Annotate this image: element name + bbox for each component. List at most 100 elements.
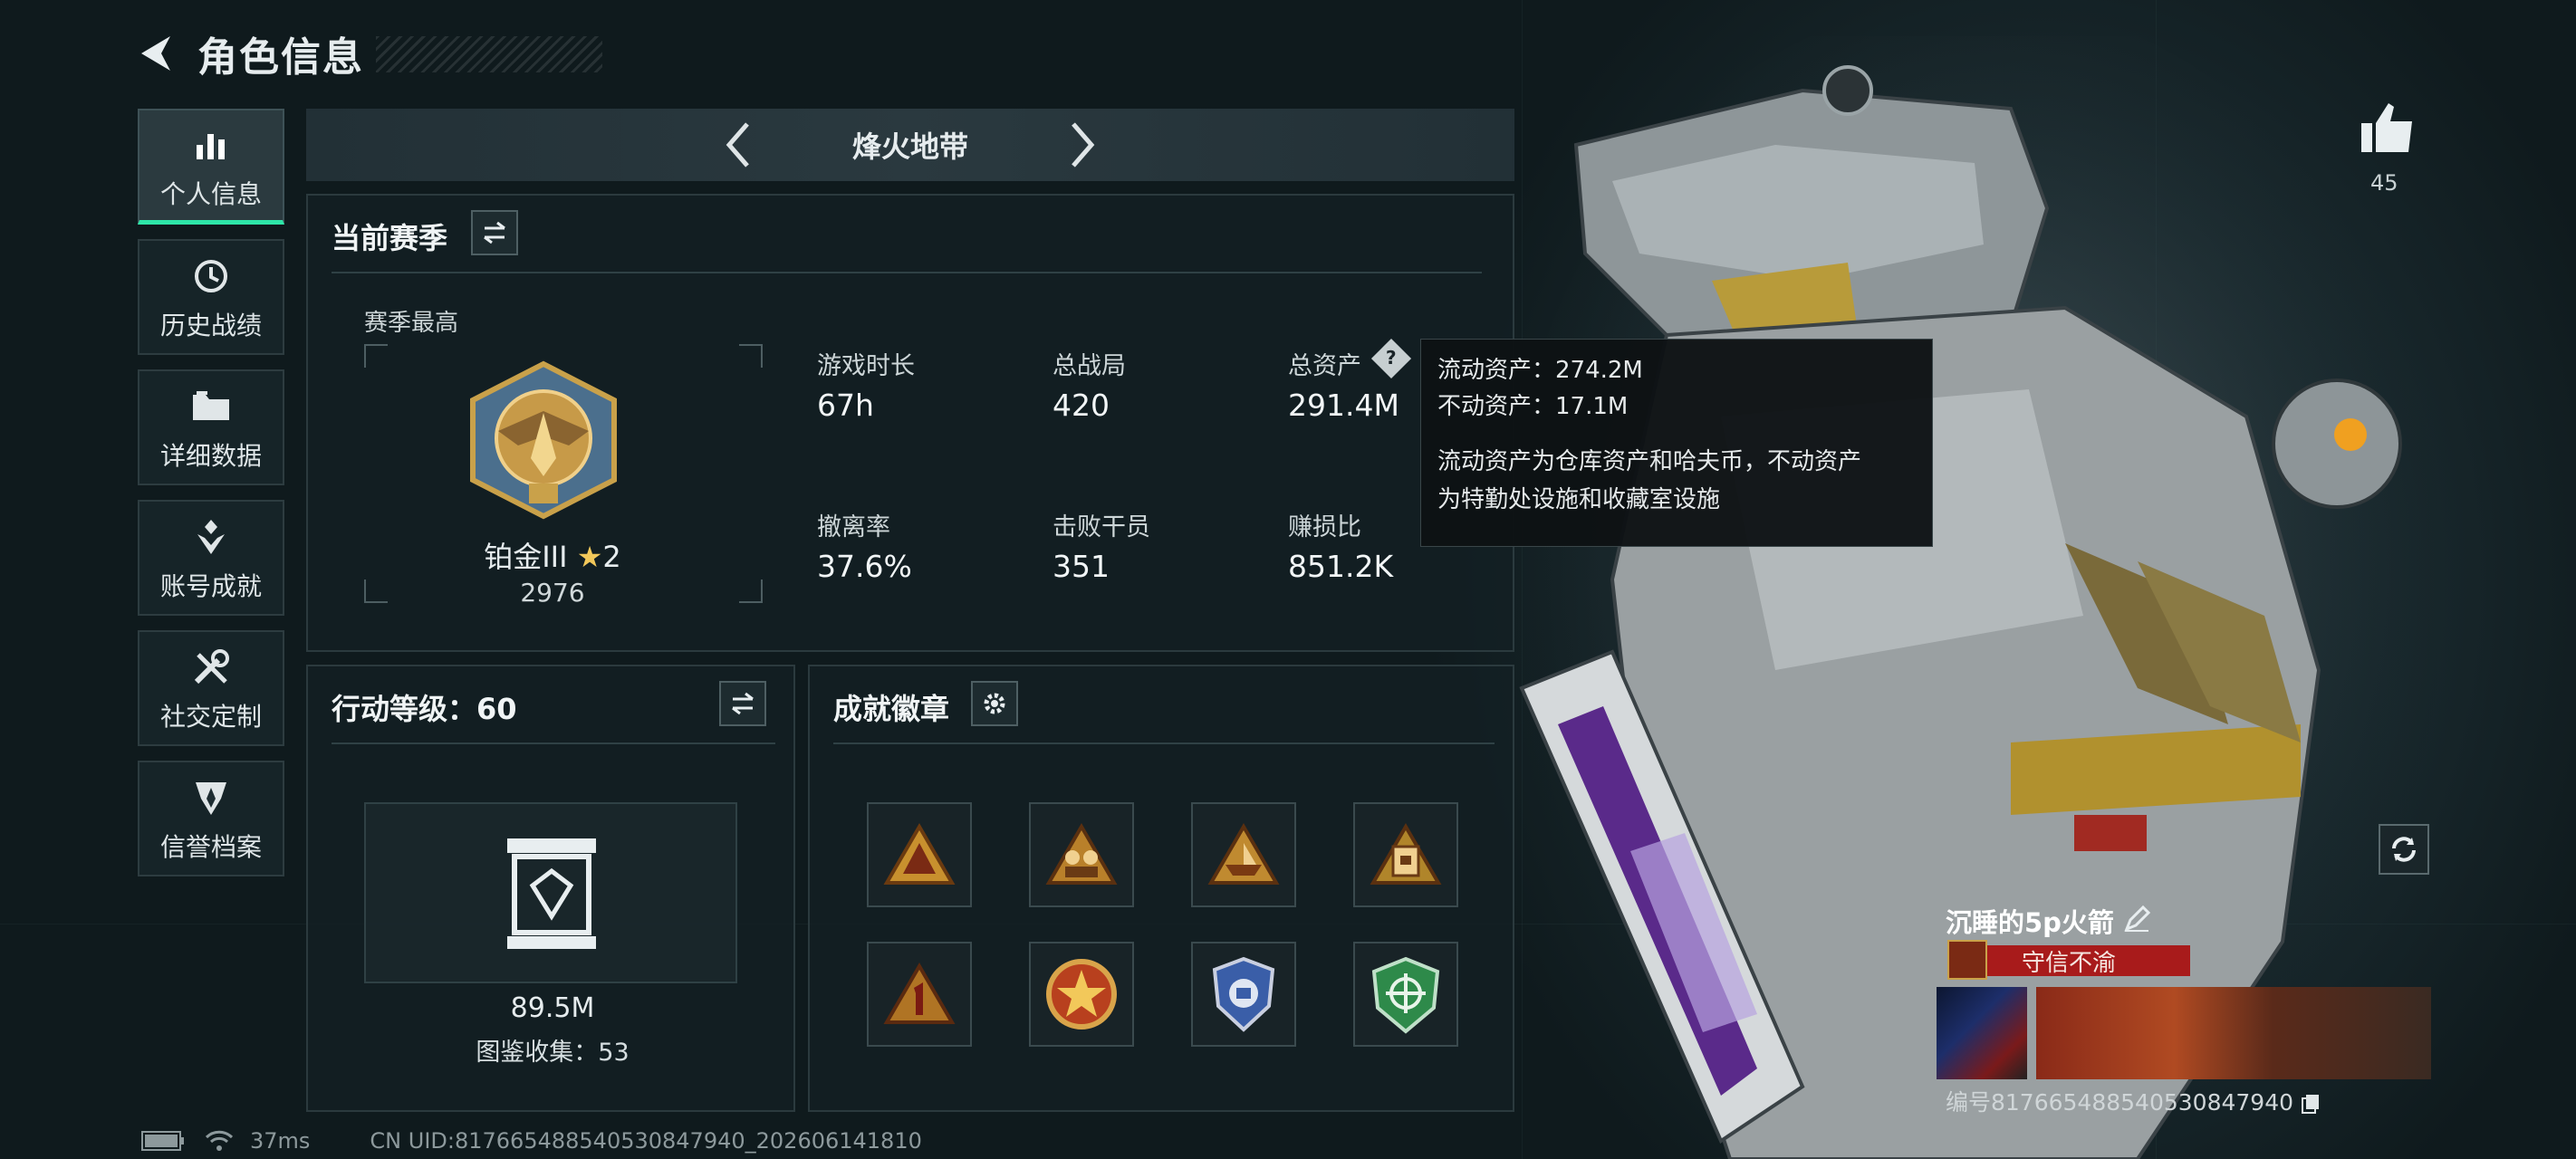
fortress-badge-icon: [1370, 823, 1442, 885]
sidebar-item-social[interactable]: 社交定制: [138, 630, 284, 746]
star-emblem-badge-icon: [1046, 959, 1117, 1030]
ping-value: 37ms: [250, 1128, 311, 1154]
rank-score: 2976: [520, 578, 585, 608]
achievements-title: 成就徽章: [833, 692, 950, 726]
refresh-icon: [2392, 837, 2416, 862]
divider: [332, 742, 775, 744]
rank-name: 铂金III: [484, 540, 568, 574]
stat-label-assets: 总资产: [1288, 352, 1361, 380]
stat-value-kills: 351: [1053, 549, 1110, 584]
sidebar: 个人信息 历史战绩 详细数据 账号成就 社交定制 信誉档案: [138, 109, 286, 891]
number-one-badge-icon: [883, 963, 956, 1024]
copy-icon[interactable]: [2301, 1093, 2321, 1115]
achievement-badge[interactable]: [867, 802, 972, 907]
wifi-icon: [205, 1130, 234, 1151]
stat-value-assets: 291.4M: [1288, 388, 1399, 423]
sidebar-item-label: 社交定制: [159, 702, 262, 732]
stat-label-extract-rate: 撤离率: [817, 513, 890, 541]
collection-value: 89.5M: [510, 992, 595, 1024]
divider: [833, 742, 1495, 744]
bar-chart-icon: [193, 120, 229, 169]
header-decoration: [376, 36, 602, 72]
frame-corner: [739, 344, 763, 368]
status-bar: 37ms CN UID:817665488540530847940_202606…: [141, 1128, 922, 1154]
avatar-frame: [1937, 987, 2027, 1079]
sidebar-item-reputation[interactable]: 信誉档案: [138, 761, 284, 876]
season-title: 当前赛季: [332, 221, 448, 255]
triangle-badge-icon: [883, 823, 956, 885]
stat-label-playtime: 游戏时长: [817, 352, 915, 380]
player-card: 沉睡的5p火箭 守信不渝 编号817665488540530847940: [1937, 898, 2435, 1116]
sidebar-item-label: 账号成就: [159, 571, 262, 601]
shield-emblem-badge-icon: [1212, 956, 1275, 1032]
tooltip-liquid-assets: 流动资产：274.2M: [1437, 357, 1643, 384]
player-title: 守信不渝: [2021, 949, 2116, 977]
action-level-panel: 行动等级：60 89.5M 图鉴收集：53: [306, 665, 795, 1112]
mode-switcher: 烽火地带: [306, 109, 1514, 181]
achievement-badge[interactable]: [1353, 802, 1458, 907]
achievement-badge[interactable]: [1191, 802, 1296, 907]
stat-value-extract-rate: 37.6%: [817, 549, 912, 584]
thumbs-up-icon[interactable]: [2360, 101, 2416, 158]
achievements-settings-button[interactable]: [971, 681, 1018, 726]
uid-text: CN UID:817665488540530847940_20260614181…: [370, 1128, 922, 1154]
player-name: 沉睡的5p火箭: [1946, 907, 2114, 938]
rank-emblem-icon: [470, 360, 617, 520]
like-count: 45: [2370, 170, 2398, 196]
season-panel: 当前赛季 赛季最高 铂金III ★2 2976 游戏时长 67h 总战局 420…: [306, 194, 1514, 652]
player-id: 编号817665488540530847940: [1946, 1085, 2321, 1117]
tools-icon: [191, 643, 231, 692]
ship-badge-icon: [1207, 823, 1280, 885]
sidebar-item-achievements[interactable]: 账号成就: [138, 500, 284, 616]
tooltip-desc-line: 为特勤处设施和收藏室设施: [1437, 486, 1721, 513]
tooltip-desc-line: 流动资产为仓库资产和哈夫币，不动资产: [1437, 448, 1862, 475]
achievement-badge[interactable]: [1029, 802, 1134, 907]
sidebar-item-label: 历史战绩: [159, 311, 262, 340]
stat-value-playtime: 67h: [817, 388, 874, 423]
tooltip-fixed-assets: 不动资产：17.1M: [1437, 393, 1629, 420]
soldiers-badge-icon: [1045, 823, 1118, 885]
season-swap-button[interactable]: [471, 210, 518, 255]
swap-icon: [484, 221, 505, 244]
sidebar-item-label: 详细数据: [159, 441, 262, 471]
frame-corner: [739, 580, 763, 603]
battery-icon: [141, 1131, 184, 1151]
edit-pencil-icon[interactable]: [2123, 905, 2150, 933]
back-arrow-icon[interactable]: [136, 33, 178, 74]
help-icon[interactable]: ?: [1370, 338, 1412, 379]
sidebar-item-personal-info[interactable]: 个人信息: [138, 109, 284, 225]
sidebar-item-details[interactable]: 详细数据: [138, 369, 284, 485]
crosshair-badge-icon: [1371, 956, 1440, 1034]
assets-tooltip: 流动资产：274.2M 不动资产：17.1M 流动资产为仓库资产和哈夫币，不动资…: [1420, 339, 1933, 547]
action-level-title: 行动等级：60: [332, 692, 517, 726]
stat-label-matches: 总战局: [1053, 352, 1126, 380]
stat-value-profit-ratio: 851.2K: [1288, 549, 1394, 584]
folder-icon: [191, 382, 231, 431]
achievement-badge[interactable]: [1029, 942, 1134, 1047]
chevron-left-icon[interactable]: [722, 120, 753, 169]
reputation-icon: [192, 773, 230, 822]
frame-corner: [364, 344, 388, 368]
page-title: 角色信息: [197, 34, 364, 81]
frame-corner: [364, 580, 388, 603]
chevron-right-icon[interactable]: [1068, 120, 1099, 169]
achievement-badge[interactable]: [1191, 942, 1296, 1047]
refresh-button[interactable]: [2379, 824, 2429, 875]
sidebar-item-history[interactable]: 历史战绩: [138, 239, 284, 355]
stat-value-matches: 420: [1053, 388, 1110, 423]
achievement-icon: [192, 512, 230, 561]
stat-label-kills: 击败干员: [1053, 513, 1150, 541]
action-level-swap-button[interactable]: [719, 681, 766, 726]
sidebar-item-label: 个人信息: [159, 178, 262, 209]
sidebar-item-label: 信誉档案: [159, 832, 262, 862]
divider: [332, 272, 1482, 273]
title-emblem-icon: [1947, 940, 1987, 980]
achievement-badge[interactable]: [1353, 942, 1458, 1047]
tooltip-description: 流动资产为仓库资产和哈夫币，不动资产 为特勤处设施和收藏室设施: [1437, 443, 1916, 519]
gear-icon: [984, 693, 1005, 714]
achievement-badge[interactable]: [867, 942, 972, 1047]
page-header: 角色信息: [136, 25, 602, 81]
collection-cabinet-icon: [507, 838, 596, 949]
collection-count: 图鉴收集：53: [476, 1039, 630, 1067]
rank-stars: 2: [602, 540, 621, 574]
